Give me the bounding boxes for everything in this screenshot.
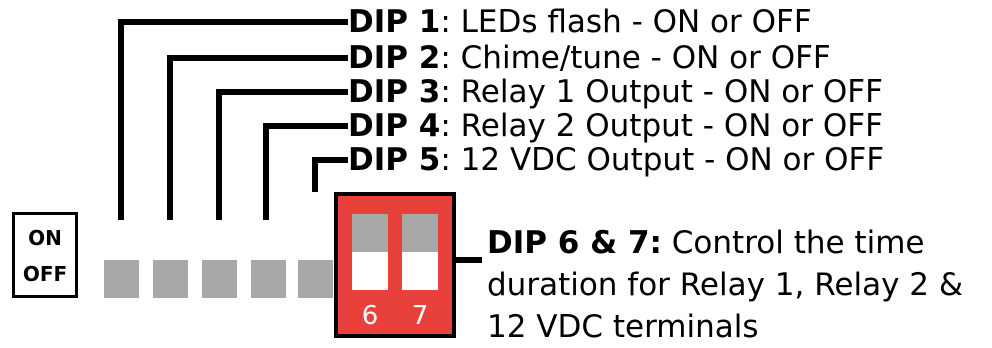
dip1-desc: : LEDs flash - ON or OFF — [440, 4, 812, 40]
dip6-number: 6 — [361, 301, 379, 331]
dip67-label: DIP 6 & 7: Control the time duration for… — [487, 222, 987, 348]
dip7-number: 7 — [411, 301, 429, 331]
dip5-id: DIP 5 — [348, 142, 441, 178]
dip4-switch-top — [251, 220, 286, 260]
dip7-switch-bottom — [402, 252, 438, 290]
dip4-desc: : Relay 2 Output - ON or OFF — [440, 108, 883, 144]
on-text: ON — [28, 226, 62, 250]
dip4-id: DIP 4 — [348, 108, 441, 144]
dip7-switch — [402, 214, 438, 290]
dip2-switch-top — [153, 220, 188, 260]
connector-dip2 — [167, 55, 348, 220]
dip3-label: DIP 3: Relay 1 Output - ON or OFF — [348, 75, 883, 109]
off-text: OFF — [22, 262, 68, 286]
dip5-switch-bottom — [298, 260, 333, 298]
dip3-switch-top — [202, 220, 237, 260]
dip4-label: DIP 4: Relay 2 Output - ON or OFF — [348, 109, 883, 143]
dip3-desc: : Relay 1 Output - ON or OFF — [440, 74, 883, 110]
connector-dip3 — [216, 89, 348, 220]
dip5-switch-top — [298, 220, 333, 260]
dip1-switch-bottom — [104, 260, 139, 298]
dip7-switch-top — [402, 214, 438, 252]
dip3-id: DIP 3 — [348, 74, 441, 110]
dip67-id: DIP 6 & 7: — [487, 225, 662, 261]
dip5-desc: : 12 VDC Output - ON or OFF — [440, 142, 885, 178]
dip1-switch-top — [104, 220, 139, 260]
dip1-id: DIP 1 — [348, 4, 441, 40]
dip4-switch-bottom — [251, 260, 286, 298]
dip6-switch — [352, 214, 388, 290]
dip6-switch-top — [352, 214, 388, 252]
on-off-box: ON OFF — [12, 212, 78, 298]
dip3-switch-bottom — [202, 260, 237, 298]
connector-dip5 — [312, 157, 348, 192]
dip2-desc: : Chime/tune - ON or OFF — [440, 40, 831, 76]
dip5-label: DIP 5: 12 VDC Output - ON or OFF — [348, 143, 884, 177]
dip1-label: DIP 1: LEDs flash - ON or OFF — [348, 5, 812, 39]
dip67-red-block: 6 7 — [334, 192, 456, 338]
dip6-switch-bottom — [352, 252, 388, 290]
dip2-switch-bottom — [153, 260, 188, 298]
dip2-id: DIP 2 — [348, 40, 441, 76]
dip2-label: DIP 2: Chime/tune - ON or OFF — [348, 41, 831, 75]
